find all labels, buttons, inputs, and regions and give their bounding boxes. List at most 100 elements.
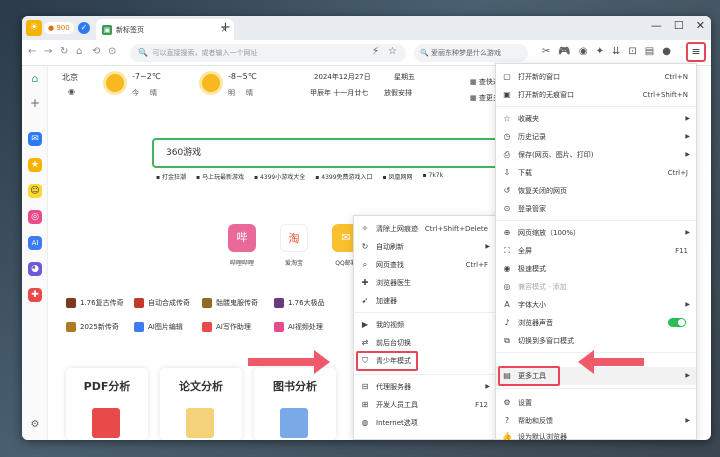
sidebar-robot-icon[interactable]: ☺ [28, 184, 42, 198]
game-link[interactable]: 2025新传奇 [66, 322, 119, 332]
browser-logo-icon[interactable]: ☀ [26, 20, 42, 36]
hot-item[interactable]: ▪ 马上玩最新游戏 [196, 172, 244, 181]
menu-save[interactable]: ⎙ 保存(网页、图片、打印) ▶ [496, 146, 696, 164]
menu-restore-closed[interactable]: ↺ 恢复关闭的网页 [496, 182, 696, 200]
bilibili-app-icon[interactable]: 哔 [228, 224, 256, 252]
security-icon[interactable]: ⊙ [108, 46, 116, 57]
close-window-button[interactable]: ✕ [696, 19, 705, 32]
game-link-label: 骷髅鬼服传奇 [216, 299, 258, 307]
menu-find-in-page[interactable]: ⌕ 网页查找 Ctrl+F [354, 256, 496, 274]
menu-settings[interactable]: ⚙ 设置 [496, 394, 696, 412]
menu-font-size[interactable]: A 字体大小 ▶ [496, 296, 696, 314]
sidebar-add-icon[interactable]: + [28, 96, 42, 110]
hot-item[interactable]: ▪ 凤凰网网 [383, 172, 413, 181]
menu-login-manager[interactable]: ⊙ 登录管家 [496, 200, 696, 218]
sound-toggle[interactable] [668, 318, 686, 327]
hot-item[interactable]: ▪ 7k7k [423, 172, 444, 181]
scissors-icon[interactable]: ✂ [542, 46, 550, 57]
new-tab-button[interactable]: + [220, 20, 231, 35]
menu-history[interactable]: ◷ 历史记录 ▶ [496, 128, 696, 146]
sidebar-chat-icon[interactable]: ✉ [28, 132, 42, 146]
ai-tool-link[interactable]: AI视频处理 [274, 322, 323, 332]
menu-clear-traces[interactable]: ✧ 清除上网痕迹 Ctrl+Shift+Delete [354, 220, 496, 238]
home-icon[interactable]: ⌂ [76, 46, 82, 57]
maximize-button[interactable]: ☐ [674, 19, 684, 32]
wallet-icon[interactable]: ▤ [645, 46, 654, 57]
pdf-analysis-card[interactable]: PDF分析 [66, 368, 148, 440]
game-icon[interactable]: 🎮 [558, 46, 570, 57]
book-analysis-card[interactable]: 图书分析 [254, 368, 336, 440]
sidebar-ai-circle-icon[interactable]: ◎ [28, 210, 42, 224]
sidebar-gamepad-icon[interactable]: ✚ [28, 288, 42, 302]
weather-city[interactable]: 北京 [62, 72, 78, 83]
bookmark-star-icon[interactable]: ☆ [388, 46, 397, 57]
url-input[interactable]: 🔍 可以直接搜索，或者输入一个网址 [130, 44, 406, 62]
menu-accelerator[interactable]: ➹ 加速器 [354, 292, 496, 310]
menu-compat-mode[interactable]: ◎ 兼容模式 · 添加 [496, 278, 696, 296]
menu-fast-mode[interactable]: ◉ 极速模式 [496, 260, 696, 278]
menu-fullscreen[interactable]: ⛶ 全屏 F11 [496, 242, 696, 260]
avatar-icon[interactable]: ● [662, 46, 671, 57]
menu-label: 代理服务器 [376, 383, 411, 391]
puzzle-icon[interactable]: ✦ [596, 46, 604, 57]
menu-favorites[interactable]: ☆ 收藏夹 ▶ [496, 110, 696, 128]
sidebar-home-icon[interactable]: ⌂ [28, 72, 42, 86]
refresh-icon[interactable]: ↻ [60, 46, 68, 57]
location-pin-icon[interactable]: ◉ [68, 87, 75, 96]
menu-internet-options[interactable]: ◍ Internet选项 [354, 414, 496, 432]
extension-green-icon[interactable]: ◉ [579, 46, 588, 57]
sidebar-ai-icon[interactable]: AI [28, 236, 42, 250]
taobao-app-icon[interactable]: 淘 [280, 224, 308, 252]
sidebar-star-icon[interactable]: ★ [28, 158, 42, 172]
menu-multi-window[interactable]: ⧉ 切换到多窗口模式 [496, 332, 696, 350]
game-link[interactable]: 1.76复古传奇 [66, 298, 124, 308]
back-icon[interactable]: ← [28, 46, 36, 57]
menu-browser-doctor[interactable]: ✚ 浏览器医生 [354, 274, 496, 292]
lightning-icon[interactable]: ⚡ [372, 46, 379, 57]
ai-tool-link[interactable]: AI写作助理 [202, 322, 251, 332]
game-link[interactable]: 自动合成传奇 [134, 298, 190, 308]
menu-my-videos[interactable]: ▶ 我的视频 [354, 316, 496, 334]
shield-icon[interactable]: ✓ [78, 22, 90, 34]
hot-item[interactable]: ▪ 打金狂潮 [156, 172, 186, 181]
switch-icon: ⇄ [361, 338, 369, 347]
hot-item-label: 凤凰网网 [388, 174, 413, 181]
menu-label: 自动刷新 [376, 243, 404, 251]
menu-download[interactable]: ⇩ 下载 Ctrl+J [496, 164, 696, 182]
devtools-icon: ⊞ [361, 400, 369, 409]
menu-label: 兼容模式 · 添加 [518, 283, 567, 291]
sidebar-discord-icon[interactable]: ◕ [28, 262, 42, 276]
ai-tool-link[interactable]: AI图片编辑 [134, 322, 183, 332]
minimize-button[interactable]: — [651, 19, 662, 32]
menu-zoom[interactable]: ⊕ 网页缩放（100%） ▶ [496, 224, 696, 242]
download-manager-icon[interactable]: ⇊ [612, 46, 620, 57]
menu-shortcut: Ctrl+Shift+Delete [424, 225, 488, 233]
menu-switch-background[interactable]: ⇄ 前后台切换 [354, 334, 496, 352]
refresh-icon: ↻ [361, 242, 369, 251]
sync-icon[interactable]: ⟲ [92, 46, 100, 57]
game-link[interactable]: 骷髅鬼服传奇 [202, 298, 258, 308]
menu-separator [496, 388, 696, 389]
menu-auto-refresh[interactable]: ↻ 自动刷新 ▶ [354, 238, 496, 256]
paper-analysis-card[interactable]: 论文分析 [160, 368, 242, 440]
menu-incognito-window[interactable]: ▣ 打开新的无痕窗口 Ctrl+Shift+N [496, 86, 696, 104]
hot-item[interactable]: ▪ 4399免费游戏入口 [315, 172, 372, 181]
sidebar-settings-icon[interactable]: ⚙ [28, 418, 42, 432]
menu-set-default[interactable]: 👍 设为默认浏览器 [496, 428, 696, 440]
forward-icon[interactable]: → [44, 46, 52, 57]
menu-new-window[interactable]: ▢ 打开新的窗口 Ctrl+N [496, 68, 696, 86]
search-engine-input[interactable]: 🔍 爱丽东种梦是什么游戏 [414, 44, 528, 62]
menu-browser-sound[interactable]: ♪ 浏览器声音 [496, 314, 696, 332]
menu-dev-tools[interactable]: ⊞ 开发人员工具 F12 [354, 396, 496, 414]
main-menu-button[interactable]: ≡ [686, 42, 706, 62]
holiday-link[interactable]: 放假安排 [384, 88, 412, 98]
hot-item[interactable]: ▪ 4399小游戏大全 [254, 172, 305, 181]
tab-new-tab[interactable]: ▣ 新标签页 × [96, 19, 234, 40]
menu-shortcut: Ctrl+F [465, 261, 488, 269]
main-search-box[interactable]: 360游戏 🔥热 [152, 138, 524, 168]
submenu-arrow-icon: ▶ [685, 151, 690, 158]
game-link[interactable]: 1.76大极品 [274, 298, 325, 308]
coin-badge[interactable]: ● 900 [44, 22, 74, 34]
translate-icon[interactable]: ⊡ [628, 46, 636, 57]
menu-proxy-server[interactable]: ⊟ 代理服务器 ▶ [354, 378, 496, 396]
